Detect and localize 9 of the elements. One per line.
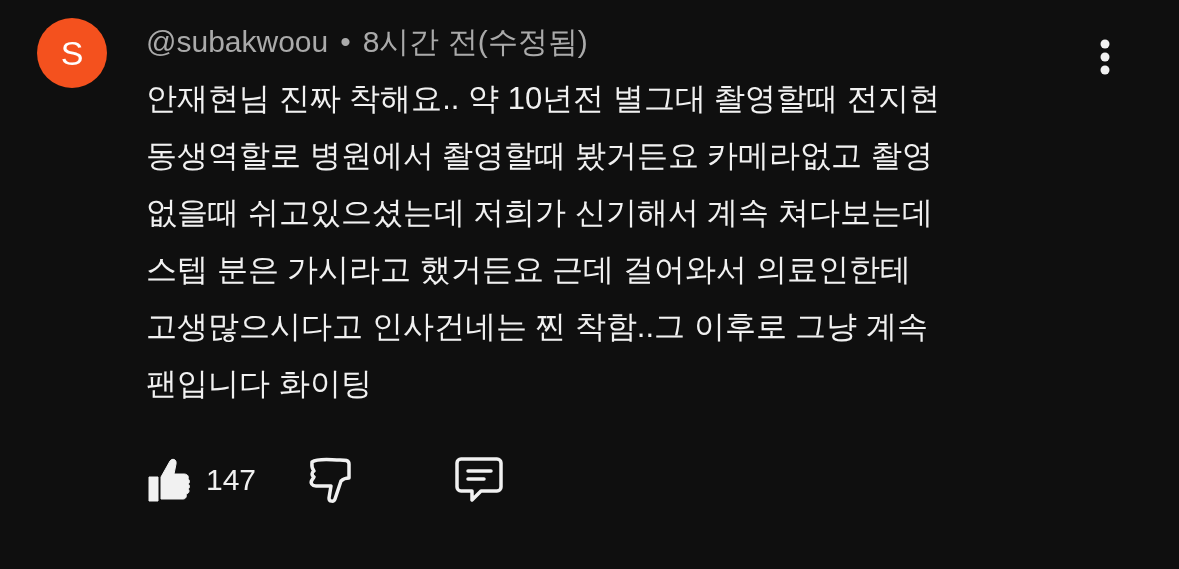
thumbs-up-icon — [146, 457, 190, 503]
comment-text: 안재현님 진짜 착해요.. 약 10년전 별그대 촬영할때 전지현 동생역할로 병원에서 촬영할때 봤거든요 카메라없고 촬영 없을때 쉬고있으셨는데 저희가 신기해서 계속 쳐다보는데 스텝 분은 가시라고 했거든요 근데 걸어와서 의료인한테 고생많으시다고 인사건네는 찐 착함..그 이후로 그냥 계속 팬입니다 화이팅 — [146, 80, 941, 403]
author-name[interactable]: @subakwoou — [146, 25, 329, 59]
separator-dot: • — [340, 25, 351, 59]
reply-button[interactable] — [454, 456, 505, 504]
like-button[interactable] — [146, 457, 190, 503]
comment-icon — [454, 456, 505, 504]
comment-time: 8시간 전(수정됨) — [362, 23, 588, 60]
like-count: 147 — [206, 463, 257, 497]
